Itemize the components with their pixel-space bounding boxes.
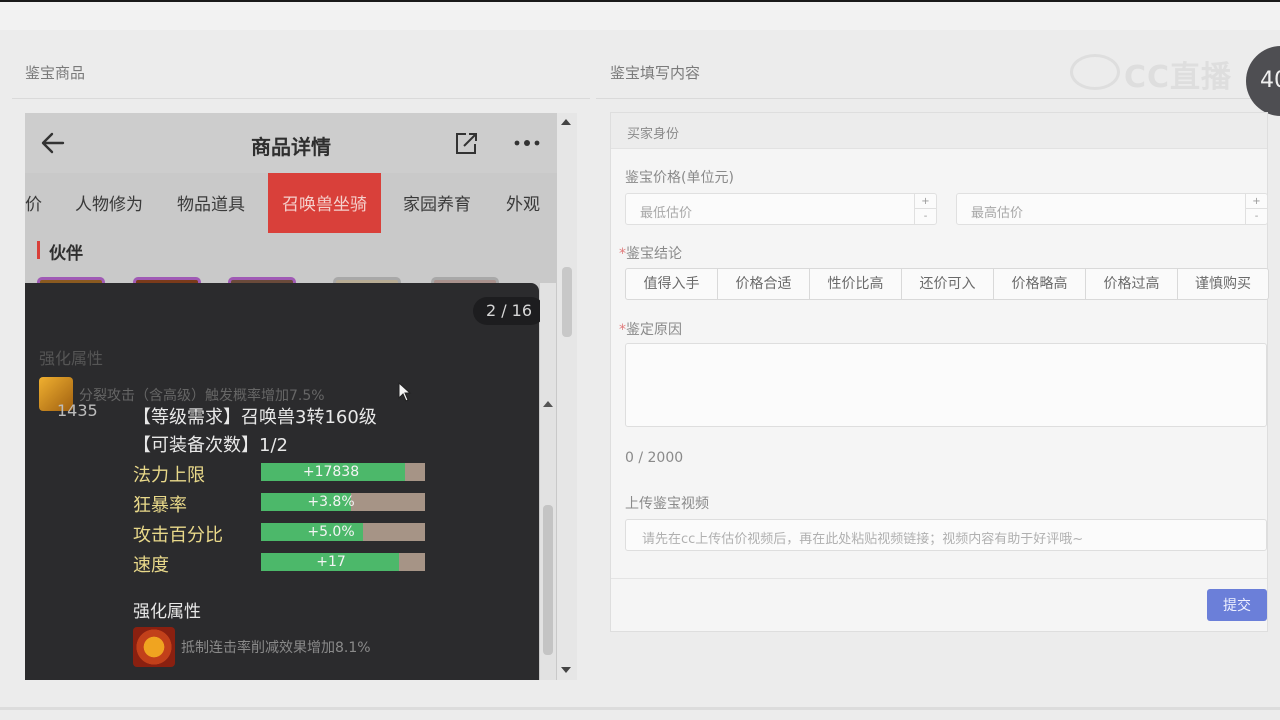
item-detail-popup: 2 / 16 强化属性 分裂攻击（含高级）触发概率增加7.5% 1435 【等级… [25, 283, 545, 680]
min-price-placeholder: 最低估价 [640, 206, 693, 221]
video-link-input[interactable]: 请先在cc上传估价视频后，再在此处粘贴视频链接；视频内容有助于好评哦~ [625, 519, 1267, 551]
option-slightly-high[interactable]: 价格略高 [994, 269, 1086, 299]
product-detail-panel: 商品详情 价 人物修为 物品道具 召唤兽坐骑 家园养育 外观 伙伴 2 / 16… [25, 113, 557, 680]
popup-scroll-up-icon[interactable] [543, 401, 553, 407]
buyer-identity-label: 买家身份 [627, 127, 680, 142]
option-too-high[interactable]: 价格过高 [1086, 269, 1178, 299]
tab-summons-mounts[interactable]: 召唤兽坐骑 [268, 173, 381, 233]
attr-bar-rage: +3.8% [261, 493, 425, 511]
increment-icon[interactable]: + [1246, 194, 1267, 209]
tab-price[interactable]: 价 [25, 173, 42, 233]
left-section-divider [12, 98, 590, 99]
decrement-icon[interactable]: - [915, 209, 936, 224]
appraisal-form: 买家身份 鉴宝价格(单位元) 最低估价 + - 最高估价 + - *鉴宝结论 值得入… [610, 112, 1269, 632]
bottom-divider [0, 707, 1280, 710]
form-footer-divider [611, 578, 1267, 579]
panel-scrollbar[interactable] [557, 113, 577, 680]
image-pager: 2 / 16 [473, 297, 545, 325]
floating-badge[interactable]: 40 [1246, 46, 1280, 116]
more-icon[interactable] [513, 137, 541, 149]
category-tabs: 价 人物修为 物品道具 召唤兽坐骑 家园养育 外观 [25, 173, 557, 233]
attr-bar-attack: +5.0% [261, 523, 425, 541]
attr-bar-mana: +17838 [261, 463, 425, 481]
right-section-divider [596, 98, 1280, 99]
reason-label: *鉴定原因 [619, 322, 682, 338]
min-price-stepper[interactable]: + - [914, 194, 936, 224]
faded-enhance-heading: 强化属性 [39, 349, 104, 368]
enhance-effect-icon [133, 627, 175, 667]
attr-label-rage: 狂暴率 [133, 495, 187, 516]
level-number: 1435 [57, 401, 98, 420]
increment-icon[interactable]: + [915, 194, 936, 209]
max-price-placeholder: 最高估价 [971, 206, 1024, 221]
top-strip [0, 2, 1280, 30]
max-price-input[interactable]: 最高估价 + - [956, 193, 1268, 225]
attr-value-attack: +5.0% [307, 524, 355, 540]
popup-scroll-thumb[interactable] [543, 505, 553, 655]
tab-home[interactable]: 家园养育 [403, 173, 471, 233]
equip-count: 【可装备次数】1/2 [133, 435, 288, 456]
watermark-text: CC直播 [1124, 60, 1233, 95]
watermark-logo-icon [1070, 54, 1120, 90]
attr-value-speed: +17 [316, 554, 346, 570]
scroll-thumb[interactable] [562, 267, 572, 337]
reason-textarea[interactable] [625, 343, 1267, 427]
partner-accent-bar [37, 241, 40, 259]
left-section-title: 鉴宝商品 [25, 64, 86, 82]
option-cautious[interactable]: 谨慎购买 [1178, 269, 1268, 299]
video-link-placeholder: 请先在cc上传估价视频后，再在此处粘贴视频链接；视频内容有助于好评哦~ [642, 532, 1084, 547]
attr-value-rage: +3.8% [307, 494, 355, 510]
level-requirement: 【等级需求】召唤兽3转160级 [133, 407, 377, 428]
tab-appearance[interactable]: 外观 [506, 173, 540, 233]
right-section-title: 鉴宝填写内容 [610, 64, 701, 82]
decrement-icon[interactable]: - [1246, 209, 1267, 224]
conclusion-label: *鉴宝结论 [619, 246, 682, 262]
faded-effect-text: 分裂攻击（含高级）触发概率增加7.5% [79, 388, 325, 404]
option-worth-buying[interactable]: 值得入手 [626, 269, 718, 299]
tab-items[interactable]: 物品道具 [177, 173, 245, 233]
form-header: 买家身份 [611, 113, 1267, 149]
price-label: 鉴宝价格(单位元) [625, 170, 734, 186]
attr-label-speed: 速度 [133, 555, 169, 576]
share-icon[interactable] [453, 131, 479, 157]
partner-label: 伙伴 [49, 244, 83, 264]
option-bargain[interactable]: 还价可入 [902, 269, 994, 299]
phone-header: 商品详情 [25, 113, 557, 173]
popup-scrollbar[interactable] [540, 283, 556, 680]
option-fair-price[interactable]: 价格合适 [718, 269, 810, 299]
attr-label-attack: 攻击百分比 [133, 525, 223, 546]
min-price-input[interactable]: 最低估价 + - [625, 193, 937, 225]
attr-value-mana: +17838 [302, 464, 360, 480]
cursor-icon [398, 382, 412, 402]
scroll-up-icon[interactable] [561, 119, 571, 125]
max-price-stepper[interactable]: + - [1245, 194, 1267, 224]
conclusion-options: 值得入手 价格合适 性价比高 还价可入 价格略高 价格过高 谨慎购买 [625, 268, 1269, 300]
reason-char-counter: 0 / 2000 [625, 450, 684, 466]
tab-character[interactable]: 人物修为 [75, 173, 143, 233]
submit-button[interactable]: 提交 [1207, 589, 1267, 621]
scroll-down-icon[interactable] [561, 667, 571, 673]
enhance-title: 强化属性 [133, 602, 201, 622]
enhance-effect-text: 抵制连击率削减效果增加8.1% [181, 640, 371, 656]
option-good-value[interactable]: 性价比高 [810, 269, 902, 299]
floating-badge-text: 40 [1260, 68, 1280, 93]
video-label: 上传鉴宝视频 [625, 496, 709, 512]
attr-bar-speed: +17 [261, 553, 425, 571]
attr-label-mana: 法力上限 [133, 465, 205, 486]
